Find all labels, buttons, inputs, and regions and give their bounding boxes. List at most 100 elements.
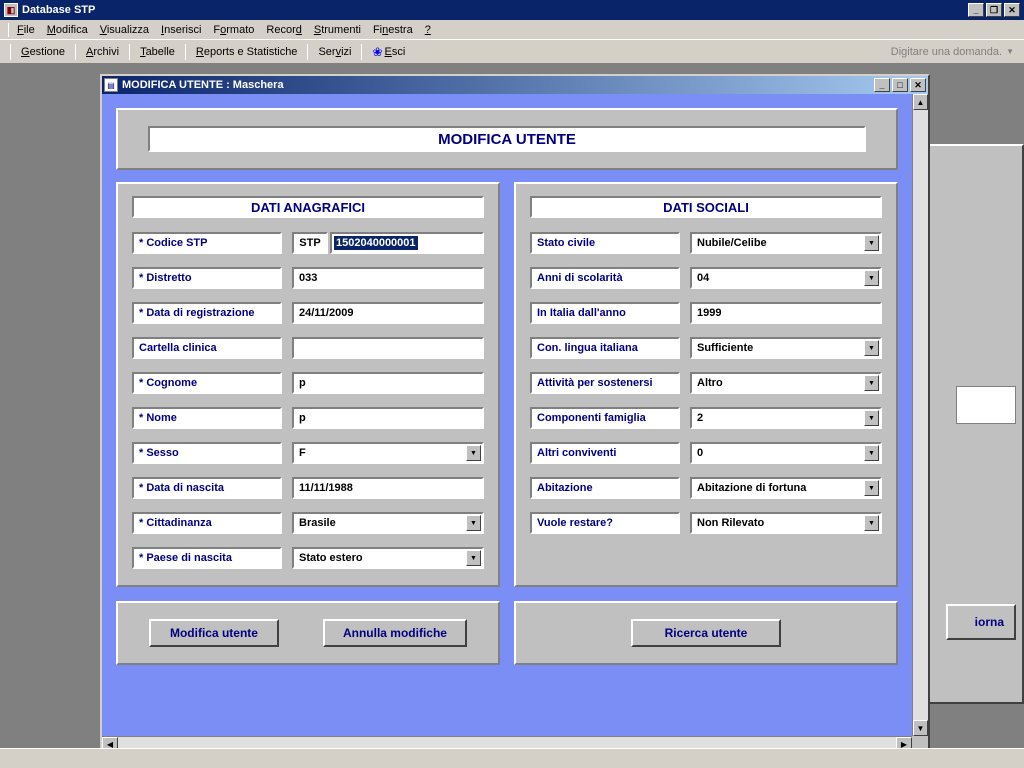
child-maximize-button[interactable]: □: [892, 78, 908, 92]
abitazione-select[interactable]: Abitazione di fortuna▼: [690, 477, 882, 499]
right-section-title: DATI SOCIALI: [530, 196, 882, 218]
label-sesso: * Sesso: [132, 442, 282, 464]
data-registrazione-input[interactable]: 24/11/2009: [292, 302, 484, 324]
status-bar: [0, 748, 1024, 768]
menu-finestra[interactable]: Finestra: [367, 22, 419, 38]
right-button-panel: Ricerca utente: [514, 601, 898, 665]
componenti-famiglia-select[interactable]: 2▼: [690, 407, 882, 429]
label-data-nascita: * Data di nascita: [132, 477, 282, 499]
left-section-title: DATI ANAGRAFICI: [132, 196, 484, 218]
vuole-restare-select[interactable]: Non Rilevato▼: [690, 512, 882, 534]
chevron-down-icon[interactable]: ▼: [864, 445, 879, 461]
altri-conviventi-select[interactable]: 0▼: [690, 442, 882, 464]
form-title: MODIFICA UTENTE: [148, 126, 866, 152]
app-title: Database STP: [22, 4, 968, 16]
ask-question-box[interactable]: Digitare una domanda. ▼: [891, 46, 1014, 58]
label-cognome: * Cognome: [132, 372, 282, 394]
mdi-area: iorna ▤ MODIFICA UTENTE : Maschera _ □ ✕…: [0, 64, 1024, 748]
menu-file[interactable]: File: [11, 22, 41, 38]
tool-archivi[interactable]: Archivi: [80, 44, 125, 60]
chevron-down-icon[interactable]: ▼: [864, 515, 879, 531]
form-icon: ▤: [104, 78, 118, 92]
label-lingua-italiana: Con. lingua italiana: [530, 337, 680, 359]
in-italia-input[interactable]: 1999: [690, 302, 882, 324]
question-placeholder: Digitare una domanda.: [891, 46, 1002, 58]
label-altri-conviventi: Altri conviventi: [530, 442, 680, 464]
chevron-down-icon[interactable]: ▼: [864, 480, 879, 496]
child-close-button[interactable]: ✕: [910, 78, 926, 92]
minimize-button[interactable]: _: [968, 3, 984, 17]
child-minimize-button[interactable]: _: [874, 78, 890, 92]
chevron-down-icon[interactable]: ▼: [864, 235, 879, 251]
label-cittadinanza: * Cittadinanza: [132, 512, 282, 534]
distretto-input[interactable]: 033: [292, 267, 484, 289]
scroll-down-icon[interactable]: ▼: [913, 720, 928, 736]
scroll-up-icon[interactable]: ▲: [913, 94, 928, 110]
label-cartella-clinica: Cartella clinica: [132, 337, 282, 359]
ricerca-utente-button[interactable]: Ricerca utente: [631, 619, 781, 647]
sesso-select[interactable]: F▼: [292, 442, 484, 464]
menu-formato[interactable]: Formato: [207, 22, 260, 38]
chevron-down-icon: ▼: [1006, 47, 1014, 56]
cittadinanza-select[interactable]: Brasile▼: [292, 512, 484, 534]
tool-servizi[interactable]: Servizi: [312, 44, 357, 60]
menu-bar: File Modifica Visualizza Inserisci Forma…: [0, 20, 1024, 40]
title-panel: MODIFICA UTENTE: [116, 108, 898, 170]
left-button-panel: Modifica utente Annulla modifiche: [116, 601, 500, 665]
anni-scolarita-select[interactable]: 04▼: [690, 267, 882, 289]
vertical-scrollbar[interactable]: ▲ ▼: [912, 94, 928, 736]
left-panel: DATI ANAGRAFICI * Codice STP STP 1502040…: [116, 182, 500, 587]
nome-input[interactable]: p: [292, 407, 484, 429]
child-window: ▤ MODIFICA UTENTE : Maschera _ □ ✕ MODIF…: [100, 74, 930, 754]
label-stato-civile: Stato civile: [530, 232, 680, 254]
exit-icon: ❀: [372, 45, 382, 59]
paese-nascita-select[interactable]: Stato estero▼: [292, 547, 484, 569]
chevron-down-icon[interactable]: ▼: [864, 340, 879, 356]
chevron-down-icon[interactable]: ▼: [466, 515, 481, 531]
menu-strumenti[interactable]: Strumenti: [308, 22, 367, 38]
cartella-clinica-input[interactable]: [292, 337, 484, 359]
menu-visualizza[interactable]: Visualizza: [94, 22, 155, 38]
tool-tabelle[interactable]: Tabelle: [134, 44, 181, 60]
label-codice-stp: * Codice STP: [132, 232, 282, 254]
form-body: MODIFICA UTENTE DATI ANAGRAFICI * Codice…: [102, 94, 912, 736]
chevron-down-icon[interactable]: ▼: [864, 270, 879, 286]
app-icon: ◧: [4, 3, 18, 17]
label-vuole-restare: Vuole restare?: [530, 512, 680, 534]
modifica-utente-button[interactable]: Modifica utente: [149, 619, 279, 647]
label-nome: * Nome: [132, 407, 282, 429]
stp-prefix: STP: [292, 232, 328, 254]
app-titlebar: ◧ Database STP _ ❐ ✕: [0, 0, 1024, 20]
chevron-down-icon[interactable]: ▼: [466, 445, 481, 461]
cognome-input[interactable]: p: [292, 372, 484, 394]
label-in-italia: In Italia dall'anno: [530, 302, 680, 324]
child-titlebar: ▤ MODIFICA UTENTE : Maschera _ □ ✕: [102, 76, 928, 94]
close-button[interactable]: ✕: [1004, 3, 1020, 17]
tool-reports[interactable]: Reports e Statistiche: [190, 44, 304, 60]
label-anni-scolarita: Anni di scolarità: [530, 267, 680, 289]
stato-civile-select[interactable]: Nubile/Celibe▼: [690, 232, 882, 254]
attivita-select[interactable]: Altro▼: [690, 372, 882, 394]
lingua-italiana-select[interactable]: Sufficiente▼: [690, 337, 882, 359]
right-panel: DATI SOCIALI Stato civile Nubile/Celibe▼…: [514, 182, 898, 587]
chevron-down-icon[interactable]: ▼: [864, 410, 879, 426]
bg-button-hint[interactable]: iorna: [946, 604, 1016, 640]
menu-inserisci[interactable]: Inserisci: [155, 22, 207, 38]
tool-gestione[interactable]: Gestione: [15, 44, 71, 60]
menu-modifica[interactable]: Modifica: [41, 22, 94, 38]
bg-field: [956, 386, 1016, 424]
label-componenti-famiglia: Componenti famiglia: [530, 407, 680, 429]
child-title: MODIFICA UTENTE : Maschera: [122, 79, 874, 91]
menu-help[interactable]: ?: [419, 22, 437, 38]
label-attivita: Attività per sostenersi: [530, 372, 680, 394]
chevron-down-icon[interactable]: ▼: [864, 375, 879, 391]
restore-button[interactable]: ❐: [986, 3, 1002, 17]
tool-esci[interactable]: ❀Esci: [366, 43, 411, 61]
data-nascita-input[interactable]: 11/11/1988: [292, 477, 484, 499]
menu-record[interactable]: Record: [260, 22, 307, 38]
label-paese-nascita: * Paese di nascita: [132, 547, 282, 569]
stp-code-input[interactable]: 1502040000001: [330, 232, 484, 254]
label-distretto: * Distretto: [132, 267, 282, 289]
chevron-down-icon[interactable]: ▼: [466, 550, 481, 566]
annulla-modifiche-button[interactable]: Annulla modifiche: [323, 619, 467, 647]
